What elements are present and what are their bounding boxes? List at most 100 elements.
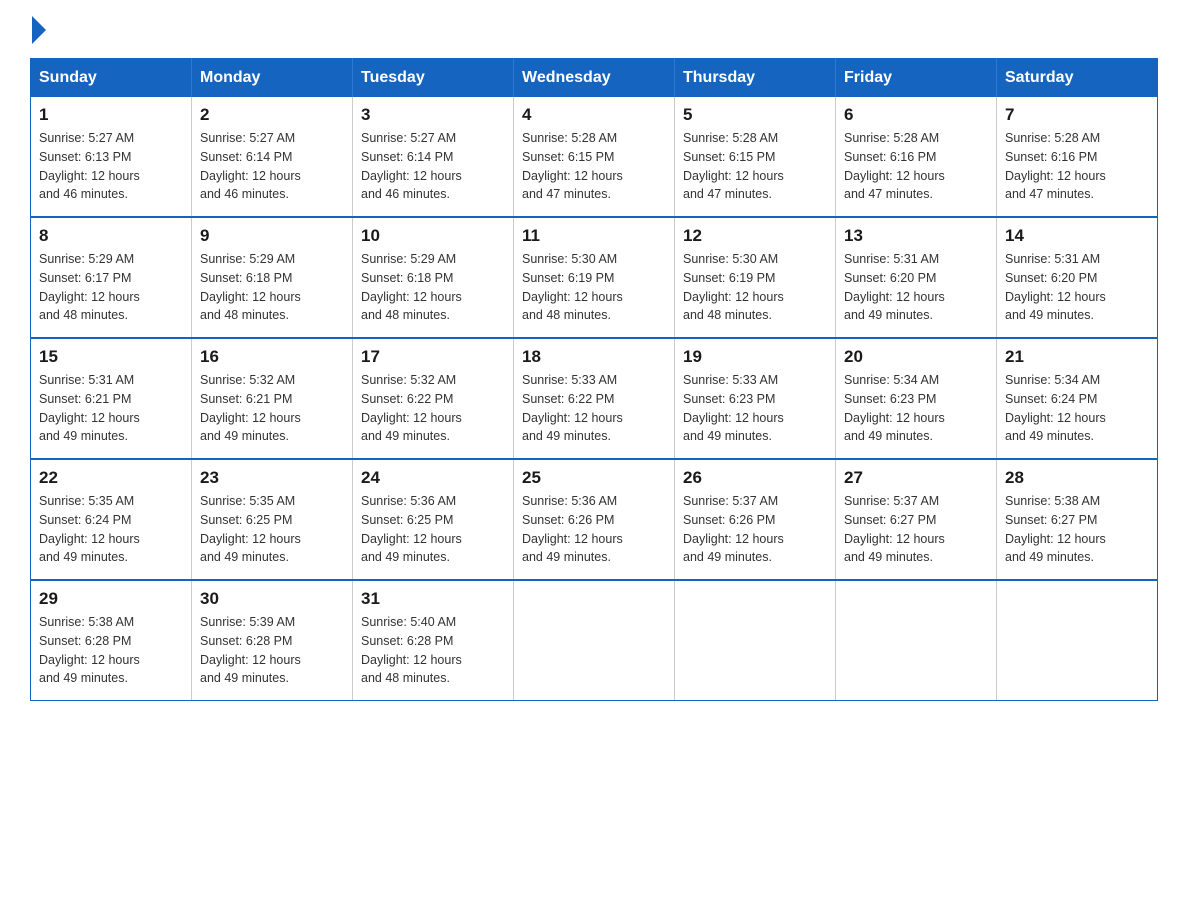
- weekday-header: Wednesday: [514, 59, 675, 98]
- day-info: Sunrise: 5:28 AM Sunset: 6:16 PM Dayligh…: [1005, 129, 1149, 204]
- calendar-cell: 21 Sunrise: 5:34 AM Sunset: 6:24 PM Dayl…: [997, 338, 1158, 459]
- calendar-cell: [997, 580, 1158, 701]
- day-number: 4: [522, 105, 666, 125]
- day-number: 29: [39, 589, 183, 609]
- page-header: [30, 20, 1158, 38]
- calendar-cell: 24 Sunrise: 5:36 AM Sunset: 6:25 PM Dayl…: [353, 459, 514, 580]
- calendar-cell: 5 Sunrise: 5:28 AM Sunset: 6:15 PM Dayli…: [675, 97, 836, 217]
- calendar-header-row: SundayMondayTuesdayWednesdayThursdayFrid…: [31, 59, 1158, 98]
- day-number: 14: [1005, 226, 1149, 246]
- day-number: 30: [200, 589, 344, 609]
- day-number: 8: [39, 226, 183, 246]
- calendar-cell: 14 Sunrise: 5:31 AM Sunset: 6:20 PM Dayl…: [997, 217, 1158, 338]
- day-number: 20: [844, 347, 988, 367]
- weekday-header: Friday: [836, 59, 997, 98]
- day-info: Sunrise: 5:34 AM Sunset: 6:23 PM Dayligh…: [844, 371, 988, 446]
- day-number: 19: [683, 347, 827, 367]
- calendar-cell: [675, 580, 836, 701]
- calendar-cell: 4 Sunrise: 5:28 AM Sunset: 6:15 PM Dayli…: [514, 97, 675, 217]
- calendar-cell: 20 Sunrise: 5:34 AM Sunset: 6:23 PM Dayl…: [836, 338, 997, 459]
- calendar-cell: 6 Sunrise: 5:28 AM Sunset: 6:16 PM Dayli…: [836, 97, 997, 217]
- day-number: 17: [361, 347, 505, 367]
- calendar-cell: 18 Sunrise: 5:33 AM Sunset: 6:22 PM Dayl…: [514, 338, 675, 459]
- calendar-cell: 25 Sunrise: 5:36 AM Sunset: 6:26 PM Dayl…: [514, 459, 675, 580]
- calendar-cell: 26 Sunrise: 5:37 AM Sunset: 6:26 PM Dayl…: [675, 459, 836, 580]
- day-info: Sunrise: 5:31 AM Sunset: 6:21 PM Dayligh…: [39, 371, 183, 446]
- calendar-cell: 13 Sunrise: 5:31 AM Sunset: 6:20 PM Dayl…: [836, 217, 997, 338]
- logo-arrow-icon: [32, 16, 46, 44]
- calendar-cell: 7 Sunrise: 5:28 AM Sunset: 6:16 PM Dayli…: [997, 97, 1158, 217]
- day-info: Sunrise: 5:29 AM Sunset: 6:18 PM Dayligh…: [361, 250, 505, 325]
- day-info: Sunrise: 5:36 AM Sunset: 6:25 PM Dayligh…: [361, 492, 505, 567]
- day-info: Sunrise: 5:35 AM Sunset: 6:24 PM Dayligh…: [39, 492, 183, 567]
- calendar-cell: [514, 580, 675, 701]
- day-info: Sunrise: 5:37 AM Sunset: 6:26 PM Dayligh…: [683, 492, 827, 567]
- day-number: 3: [361, 105, 505, 125]
- day-info: Sunrise: 5:30 AM Sunset: 6:19 PM Dayligh…: [683, 250, 827, 325]
- day-info: Sunrise: 5:35 AM Sunset: 6:25 PM Dayligh…: [200, 492, 344, 567]
- calendar-cell: 23 Sunrise: 5:35 AM Sunset: 6:25 PM Dayl…: [192, 459, 353, 580]
- calendar-cell: 19 Sunrise: 5:33 AM Sunset: 6:23 PM Dayl…: [675, 338, 836, 459]
- calendar-cell: [836, 580, 997, 701]
- calendar-cell: 11 Sunrise: 5:30 AM Sunset: 6:19 PM Dayl…: [514, 217, 675, 338]
- weekday-header: Thursday: [675, 59, 836, 98]
- day-info: Sunrise: 5:37 AM Sunset: 6:27 PM Dayligh…: [844, 492, 988, 567]
- day-number: 16: [200, 347, 344, 367]
- calendar-cell: 17 Sunrise: 5:32 AM Sunset: 6:22 PM Dayl…: [353, 338, 514, 459]
- calendar-cell: 22 Sunrise: 5:35 AM Sunset: 6:24 PM Dayl…: [31, 459, 192, 580]
- calendar-week-row: 29 Sunrise: 5:38 AM Sunset: 6:28 PM Dayl…: [31, 580, 1158, 701]
- day-number: 10: [361, 226, 505, 246]
- day-number: 12: [683, 226, 827, 246]
- day-info: Sunrise: 5:33 AM Sunset: 6:23 PM Dayligh…: [683, 371, 827, 446]
- day-number: 6: [844, 105, 988, 125]
- calendar-week-row: 15 Sunrise: 5:31 AM Sunset: 6:21 PM Dayl…: [31, 338, 1158, 459]
- day-number: 7: [1005, 105, 1149, 125]
- day-info: Sunrise: 5:30 AM Sunset: 6:19 PM Dayligh…: [522, 250, 666, 325]
- calendar-week-row: 22 Sunrise: 5:35 AM Sunset: 6:24 PM Dayl…: [31, 459, 1158, 580]
- day-number: 24: [361, 468, 505, 488]
- day-info: Sunrise: 5:28 AM Sunset: 6:15 PM Dayligh…: [683, 129, 827, 204]
- calendar-cell: 15 Sunrise: 5:31 AM Sunset: 6:21 PM Dayl…: [31, 338, 192, 459]
- calendar-week-row: 8 Sunrise: 5:29 AM Sunset: 6:17 PM Dayli…: [31, 217, 1158, 338]
- calendar-cell: 1 Sunrise: 5:27 AM Sunset: 6:13 PM Dayli…: [31, 97, 192, 217]
- day-info: Sunrise: 5:38 AM Sunset: 6:27 PM Dayligh…: [1005, 492, 1149, 567]
- day-number: 1: [39, 105, 183, 125]
- day-number: 11: [522, 226, 666, 246]
- day-number: 18: [522, 347, 666, 367]
- day-number: 27: [844, 468, 988, 488]
- day-info: Sunrise: 5:31 AM Sunset: 6:20 PM Dayligh…: [844, 250, 988, 325]
- day-number: 15: [39, 347, 183, 367]
- day-number: 9: [200, 226, 344, 246]
- day-info: Sunrise: 5:27 AM Sunset: 6:13 PM Dayligh…: [39, 129, 183, 204]
- day-number: 13: [844, 226, 988, 246]
- day-info: Sunrise: 5:27 AM Sunset: 6:14 PM Dayligh…: [361, 129, 505, 204]
- calendar-cell: 30 Sunrise: 5:39 AM Sunset: 6:28 PM Dayl…: [192, 580, 353, 701]
- day-info: Sunrise: 5:31 AM Sunset: 6:20 PM Dayligh…: [1005, 250, 1149, 325]
- day-info: Sunrise: 5:32 AM Sunset: 6:22 PM Dayligh…: [361, 371, 505, 446]
- day-number: 21: [1005, 347, 1149, 367]
- day-number: 22: [39, 468, 183, 488]
- day-number: 28: [1005, 468, 1149, 488]
- calendar-cell: 8 Sunrise: 5:29 AM Sunset: 6:17 PM Dayli…: [31, 217, 192, 338]
- calendar-cell: 9 Sunrise: 5:29 AM Sunset: 6:18 PM Dayli…: [192, 217, 353, 338]
- day-number: 2: [200, 105, 344, 125]
- day-info: Sunrise: 5:36 AM Sunset: 6:26 PM Dayligh…: [522, 492, 666, 567]
- weekday-header: Tuesday: [353, 59, 514, 98]
- day-info: Sunrise: 5:39 AM Sunset: 6:28 PM Dayligh…: [200, 613, 344, 688]
- day-number: 25: [522, 468, 666, 488]
- calendar-cell: 12 Sunrise: 5:30 AM Sunset: 6:19 PM Dayl…: [675, 217, 836, 338]
- logo: [30, 20, 46, 38]
- day-info: Sunrise: 5:28 AM Sunset: 6:15 PM Dayligh…: [522, 129, 666, 204]
- day-info: Sunrise: 5:33 AM Sunset: 6:22 PM Dayligh…: [522, 371, 666, 446]
- calendar-week-row: 1 Sunrise: 5:27 AM Sunset: 6:13 PM Dayli…: [31, 97, 1158, 217]
- day-info: Sunrise: 5:29 AM Sunset: 6:17 PM Dayligh…: [39, 250, 183, 325]
- day-number: 26: [683, 468, 827, 488]
- day-number: 5: [683, 105, 827, 125]
- weekday-header: Saturday: [997, 59, 1158, 98]
- weekday-header: Sunday: [31, 59, 192, 98]
- day-info: Sunrise: 5:27 AM Sunset: 6:14 PM Dayligh…: [200, 129, 344, 204]
- calendar-cell: 3 Sunrise: 5:27 AM Sunset: 6:14 PM Dayli…: [353, 97, 514, 217]
- calendar-cell: 16 Sunrise: 5:32 AM Sunset: 6:21 PM Dayl…: [192, 338, 353, 459]
- day-info: Sunrise: 5:40 AM Sunset: 6:28 PM Dayligh…: [361, 613, 505, 688]
- calendar-cell: 2 Sunrise: 5:27 AM Sunset: 6:14 PM Dayli…: [192, 97, 353, 217]
